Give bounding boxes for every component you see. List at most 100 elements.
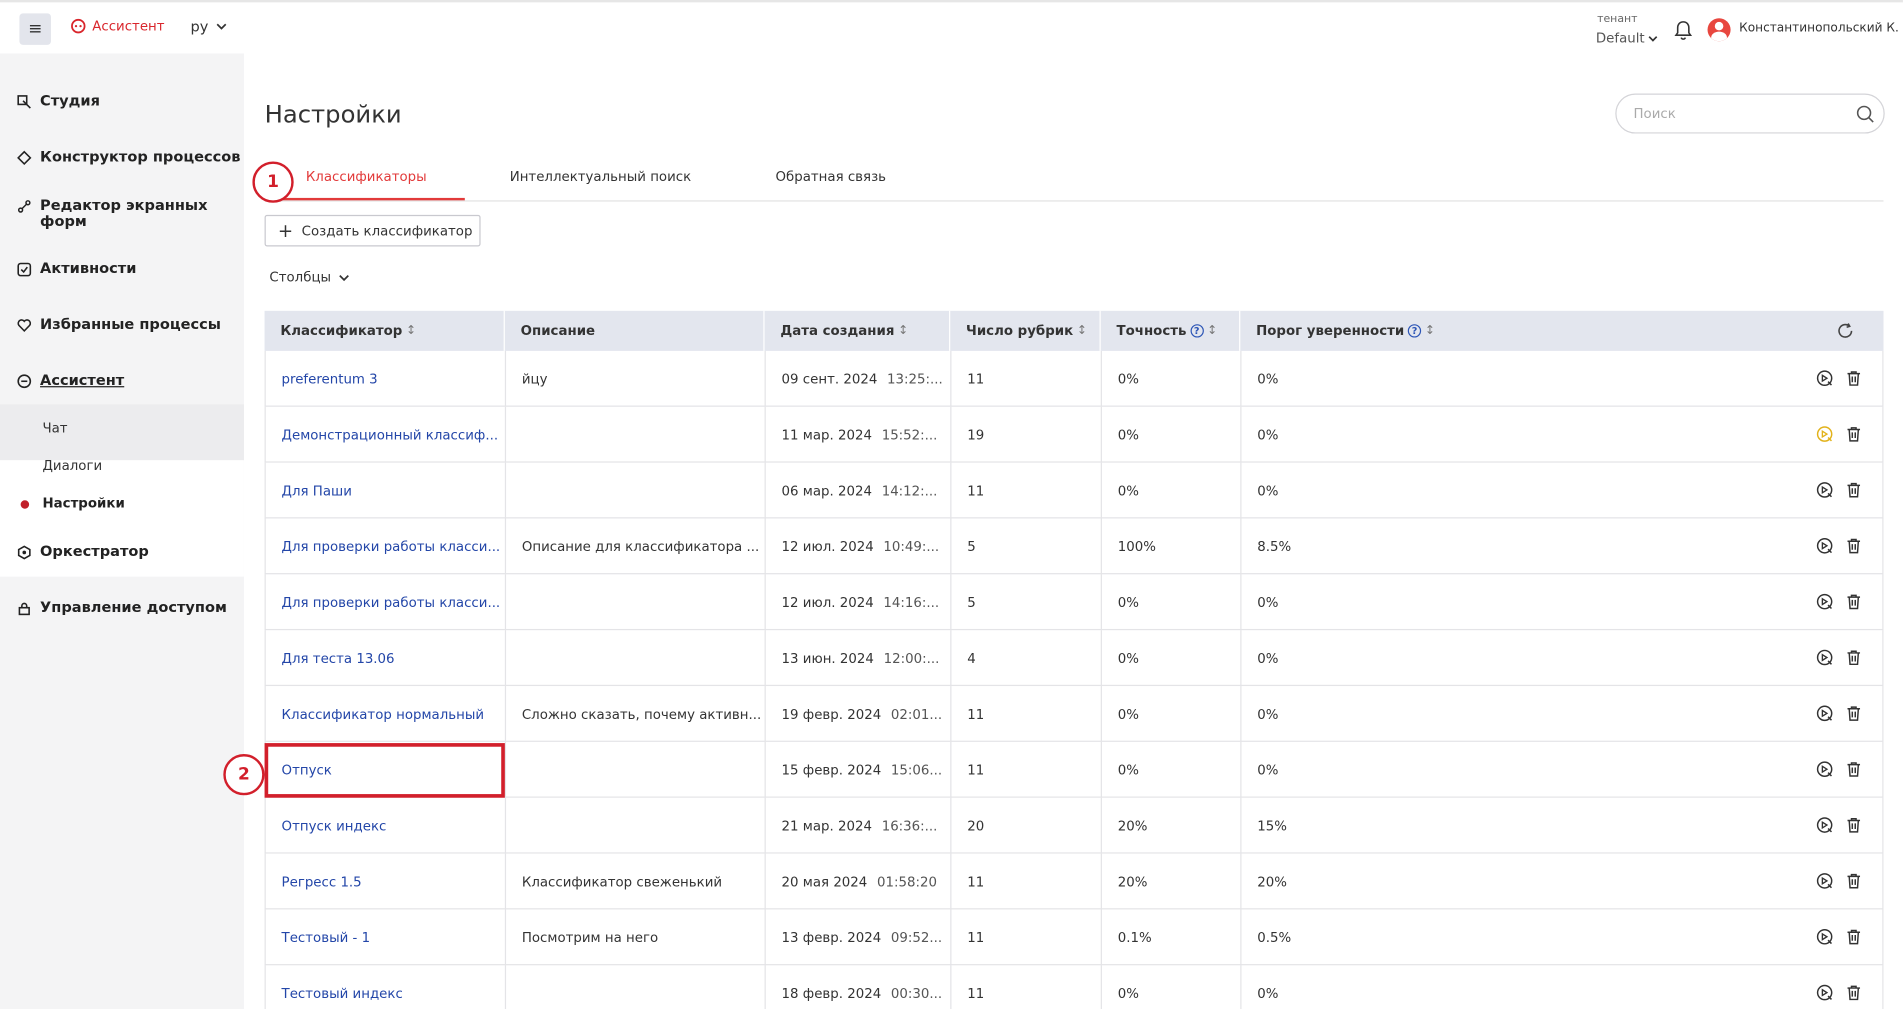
- sidebar-item-activities[interactable]: Активности: [17, 260, 136, 277]
- header-label: Точность: [1116, 322, 1187, 339]
- sort-icon[interactable]: ↕: [898, 324, 908, 337]
- train-classifier-icon[interactable]: [1816, 984, 1834, 1002]
- cell-classifier-name[interactable]: Тестовый - 1: [266, 909, 507, 966]
- cell-classifier-name[interactable]: Демонстрационный классиф...: [266, 406, 507, 463]
- username[interactable]: Константинопольский К.: [1739, 22, 1899, 35]
- trash-icon[interactable]: [1845, 704, 1863, 722]
- trash-icon[interactable]: [1845, 481, 1863, 499]
- train-classifier-icon[interactable]: [1816, 704, 1834, 722]
- trash-icon[interactable]: [1845, 648, 1863, 666]
- table-row: Отпуск индекс 21 мар. 2024 16:36:... 20 20% 1…: [264, 797, 1884, 854]
- tenant-selector[interactable]: Default: [1596, 30, 1658, 46]
- cell-classifier-name[interactable]: Классификатор нормальный: [266, 686, 507, 742]
- trash-icon[interactable]: [1845, 425, 1863, 443]
- sidebar-item-form-editor[interactable]: Редактор экранных форм: [17, 197, 235, 230]
- row-actions: [1816, 704, 1863, 722]
- create-classifier-button[interactable]: + Создать классификатор: [264, 214, 481, 247]
- cell-text: 18 февр. 2024: [781, 985, 882, 1002]
- cell-classifier-name[interactable]: Регресс 1.5: [266, 853, 507, 910]
- sidebar-subitem-chat[interactable]: Чат: [42, 420, 67, 436]
- cell-text: 0%: [1117, 706, 1139, 722]
- cell-classifier-name[interactable]: Отпуск индекс: [266, 797, 507, 854]
- column-header-accuracy[interactable]: Точность? ↕: [1101, 310, 1241, 351]
- header-label: Число рубрик: [966, 322, 1074, 339]
- sidebar-item-orchestrator[interactable]: Оркестратор: [17, 543, 149, 560]
- sidebar-item-studio[interactable]: Студия: [17, 93, 100, 109]
- cell-created-date: 13 июн. 2024 12:00:...: [766, 630, 952, 687]
- columns-dropdown[interactable]: Столбцы: [269, 270, 349, 285]
- train-classifier-icon[interactable]: [1816, 537, 1834, 555]
- search-box[interactable]: [1615, 93, 1885, 134]
- cell-classifier-name[interactable]: Тестовый индекс: [266, 965, 507, 1009]
- sidebar-item-process-builder[interactable]: Конструктор процессов: [17, 149, 241, 166]
- sidebar-item-favorites[interactable]: Избранные процессы: [17, 316, 221, 333]
- cell-text: 0%: [1257, 985, 1279, 1002]
- header-label: Дата создания: [780, 322, 895, 339]
- trash-icon[interactable]: [1845, 537, 1863, 555]
- sidebar-item-assistant[interactable]: Ассистент: [17, 372, 124, 389]
- cell-text: 11: [967, 929, 985, 946]
- search-input[interactable]: [1633, 105, 1840, 122]
- search-icon[interactable]: [1856, 104, 1875, 123]
- train-classifier-icon[interactable]: [1816, 593, 1834, 611]
- bell-icon[interactable]: [1674, 19, 1693, 41]
- row-actions: [1816, 816, 1863, 834]
- cell-text: 11: [967, 706, 985, 722]
- process-builder-icon: [17, 150, 32, 166]
- train-classifier-icon[interactable]: [1816, 872, 1834, 890]
- cell-text: 11: [967, 873, 985, 890]
- cell-text: Посмотрим на него: [521, 929, 659, 946]
- column-header-date[interactable]: Дата создания ↕: [765, 310, 951, 351]
- top-bar: ≡ Ассистент ру тенант Default Константин…: [0, 2, 1903, 54]
- train-classifier-icon[interactable]: [1816, 816, 1834, 834]
- trash-icon[interactable]: [1845, 984, 1863, 1002]
- cell-text: 21 мар. 2024: [781, 817, 872, 834]
- sidebar-item-access[interactable]: Управление доступом: [17, 599, 227, 616]
- cell-classifier-name[interactable]: Для Паши: [266, 462, 507, 519]
- sort-icon[interactable]: ↕: [1425, 324, 1435, 337]
- tab-intelligent-search[interactable]: Интеллектуальный поиск: [510, 169, 691, 185]
- refresh-icon[interactable]: [1836, 322, 1854, 340]
- cell-text: Классификатор нормальный: [281, 706, 485, 722]
- app-name-label: Ассистент: [92, 18, 165, 34]
- tab-bar: Классификаторы Интеллектуальный поиск Об…: [264, 155, 1884, 202]
- hamburger-menu-button[interactable]: ≡: [19, 13, 51, 45]
- sort-icon[interactable]: ↕: [1207, 324, 1217, 337]
- help-icon[interactable]: ?: [1190, 324, 1204, 338]
- user-avatar[interactable]: [1707, 18, 1731, 42]
- cell-classifier-name[interactable]: Для проверки работы класси...: [266, 574, 507, 631]
- sort-icon[interactable]: ↕: [406, 324, 416, 337]
- language-selector[interactable]: ру: [191, 18, 227, 35]
- train-classifier-icon[interactable]: [1816, 928, 1834, 946]
- sidebar-subitem-dialogs[interactable]: Диалоги: [42, 458, 102, 474]
- trash-icon[interactable]: [1845, 593, 1863, 611]
- train-classifier-icon[interactable]: [1816, 760, 1834, 778]
- cell-classifier-name[interactable]: preferentum 3: [266, 350, 507, 407]
- trash-icon[interactable]: [1845, 760, 1863, 778]
- cell-text: 0.5%: [1257, 929, 1292, 946]
- sort-icon[interactable]: ↕: [1077, 324, 1087, 337]
- train-classifier-icon[interactable]: [1816, 648, 1834, 666]
- trash-icon[interactable]: [1845, 928, 1863, 946]
- column-header-classifier[interactable]: Классификатор ↕: [265, 310, 505, 351]
- row-actions: [1816, 928, 1863, 946]
- cell-time: 09:52...: [890, 929, 943, 946]
- help-icon[interactable]: ?: [1407, 324, 1422, 338]
- sidebar-subitem-settings[interactable]: Настройки: [42, 495, 124, 511]
- cell-text: 11 мар. 2024: [781, 426, 872, 443]
- column-header-threshold[interactable]: Порог уверенности? ↕: [1240, 311, 1883, 351]
- train-classifier-icon[interactable]: [1816, 369, 1834, 387]
- trash-icon[interactable]: [1845, 872, 1863, 890]
- tab-feedback[interactable]: Обратная связь: [775, 169, 886, 185]
- cell-classifier-name[interactable]: Для проверки работы класси...: [266, 518, 507, 575]
- train-classifier-icon[interactable]: [1816, 481, 1834, 499]
- cell-accuracy: 100%: [1102, 518, 1242, 575]
- tab-classifiers[interactable]: Классификаторы: [306, 169, 427, 185]
- train-classifier-icon[interactable]: [1816, 425, 1834, 443]
- app-switcher[interactable]: Ассистент: [70, 18, 165, 34]
- cell-created-date: 06 мар. 2024 14:12:...: [766, 462, 952, 519]
- trash-icon[interactable]: [1845, 816, 1863, 834]
- trash-icon[interactable]: [1845, 369, 1863, 387]
- cell-classifier-name[interactable]: Для теста 13.06: [266, 630, 507, 687]
- column-header-rubric-count[interactable]: Число рубрик ↕: [950, 310, 1101, 351]
